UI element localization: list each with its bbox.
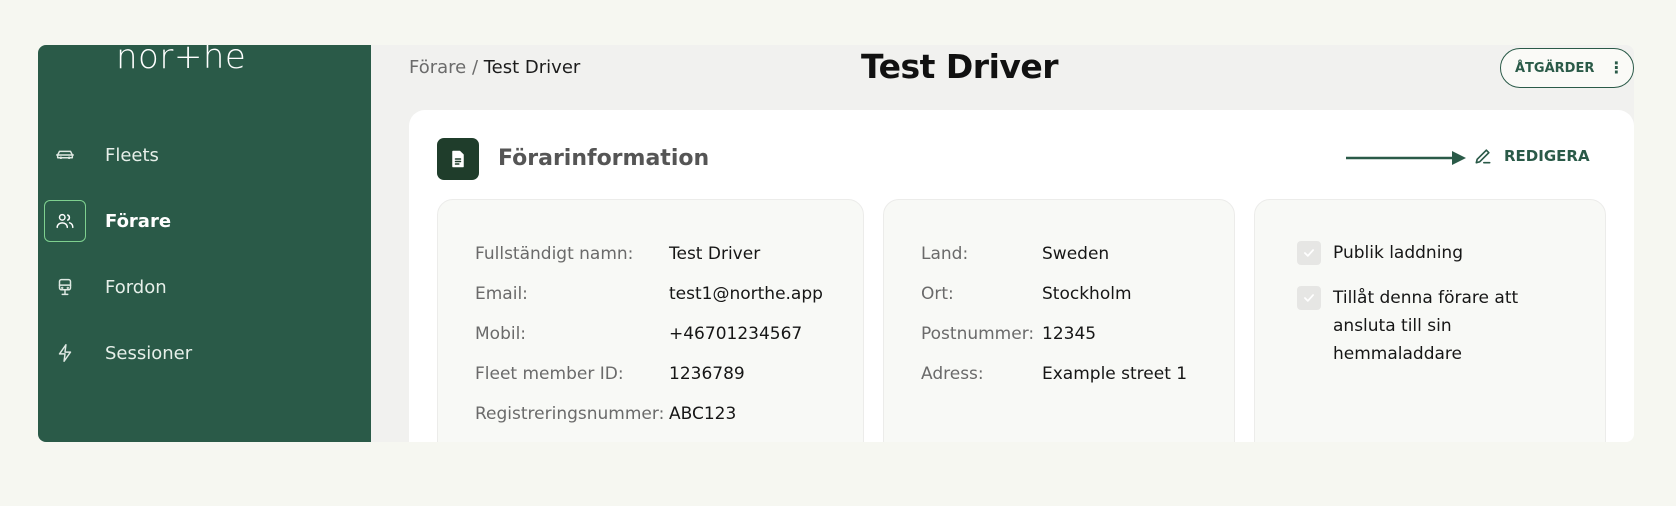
home-charger-checkbox[interactable] (1297, 286, 1321, 310)
breadcrumb-parent-link[interactable]: Förare (409, 57, 466, 78)
document-icon (437, 138, 479, 180)
sidebar-item-label: Förare (105, 210, 172, 232)
info-value: Example street 1 (1042, 364, 1188, 384)
info-value: 12345 (1042, 324, 1097, 344)
sidebar-item-fleets[interactable]: Fleets (44, 134, 159, 176)
card-title: Förarinformation (498, 146, 710, 171)
info-label: Postnummer: (921, 324, 1035, 344)
check-icon (1304, 249, 1314, 257)
personal-info-panel: Fullständigt namn: Test Driver Email: te… (437, 199, 864, 442)
permission-home-charger: Tillåt denna förare att ansluta till sin… (1297, 286, 1537, 368)
permission-public-charging: Publik laddning (1297, 241, 1463, 267)
info-label: Ort: (921, 284, 954, 304)
info-label: Mobil: (475, 324, 527, 344)
info-row-registration-number: Registreringsnummer: ABC123 (475, 404, 736, 424)
checkbox-label: Tillåt denna förare att ansluta till sin… (1333, 288, 1519, 364)
info-label: Adress: (921, 364, 984, 384)
info-value: Sweden (1042, 244, 1110, 264)
sidebar-item-label: Fleets (105, 144, 159, 166)
info-value: 1236789 (669, 364, 745, 384)
sidebar-item-label: Sessioner (105, 342, 193, 364)
address-panel: Land: Sweden Ort: Stockholm Postnummer: … (883, 199, 1235, 442)
edit-button[interactable]: REDIGERA (1473, 146, 1590, 166)
info-value: Test Driver (669, 244, 761, 264)
actions-button[interactable]: ÅTGÄRDER ⋮ (1500, 48, 1634, 88)
pencil-icon (1475, 149, 1491, 164)
sidebar: nor+he Fleets Förare Fordon Sessioner (38, 45, 371, 442)
breadcrumb: Förare / Test Driver (409, 57, 580, 78)
info-label: Fleet member ID: (475, 364, 624, 384)
info-value: ABC123 (669, 404, 737, 424)
logo: nor+he (116, 45, 247, 77)
info-row-city: Ort: Stockholm (921, 284, 1132, 304)
lightning-icon (44, 332, 86, 374)
sidebar-item-forare[interactable]: Förare (44, 200, 171, 242)
actions-button-label: ÅTGÄRDER (1515, 60, 1595, 76)
info-value: Stockholm (1042, 284, 1132, 304)
info-value: test1@northe.app (669, 284, 823, 304)
public-charging-checkbox[interactable] (1297, 241, 1321, 265)
checkbox-label: Publik laddning (1333, 243, 1463, 263)
app-window: nor+he Fleets Förare Fordon Sessioner Fö… (38, 45, 1634, 442)
info-label: Email: (475, 284, 528, 304)
info-row-email: Email: test1@northe.app (475, 284, 823, 304)
edit-button-label: REDIGERA (1504, 147, 1590, 165)
permissions-panel: Publik laddning Tillåt denna förare att … (1254, 199, 1606, 442)
more-vertical-icon: ⋮ (1608, 58, 1625, 77)
info-row-full-name: Fullständigt namn: Test Driver (475, 244, 760, 264)
info-row-country: Land: Sweden (921, 244, 1109, 264)
arrow-right-icon (1346, 151, 1466, 165)
car-icon (44, 134, 86, 176)
page-title: Test Driver (861, 47, 1059, 86)
info-row-address: Adress: Example street 1 (921, 364, 1187, 384)
sidebar-item-sessioner[interactable]: Sessioner (44, 332, 192, 374)
info-label: Fullständigt namn: (475, 244, 634, 264)
sidebar-item-label: Fordon (105, 276, 167, 298)
breadcrumb-current: Test Driver (483, 57, 581, 78)
check-icon (1304, 294, 1314, 302)
info-row-mobile: Mobil: +46701234567 (475, 324, 802, 344)
info-label: Land: (921, 244, 969, 264)
users-icon (44, 200, 86, 242)
breadcrumb-separator: / (466, 57, 484, 78)
driver-info-card: Förarinformation REDIGERA Fullständigt n… (409, 110, 1634, 442)
info-label: Registreringsnummer: (475, 404, 665, 424)
main-content: Förare / Test Driver Test Driver ÅTGÄRDE… (371, 45, 1634, 442)
sidebar-item-fordon[interactable]: Fordon (44, 266, 167, 308)
vehicle-icon (44, 266, 86, 308)
info-row-fleet-member-id: Fleet member ID: 1236789 (475, 364, 745, 384)
info-row-postal-code: Postnummer: 12345 (921, 324, 1096, 344)
info-value: +46701234567 (669, 324, 803, 344)
